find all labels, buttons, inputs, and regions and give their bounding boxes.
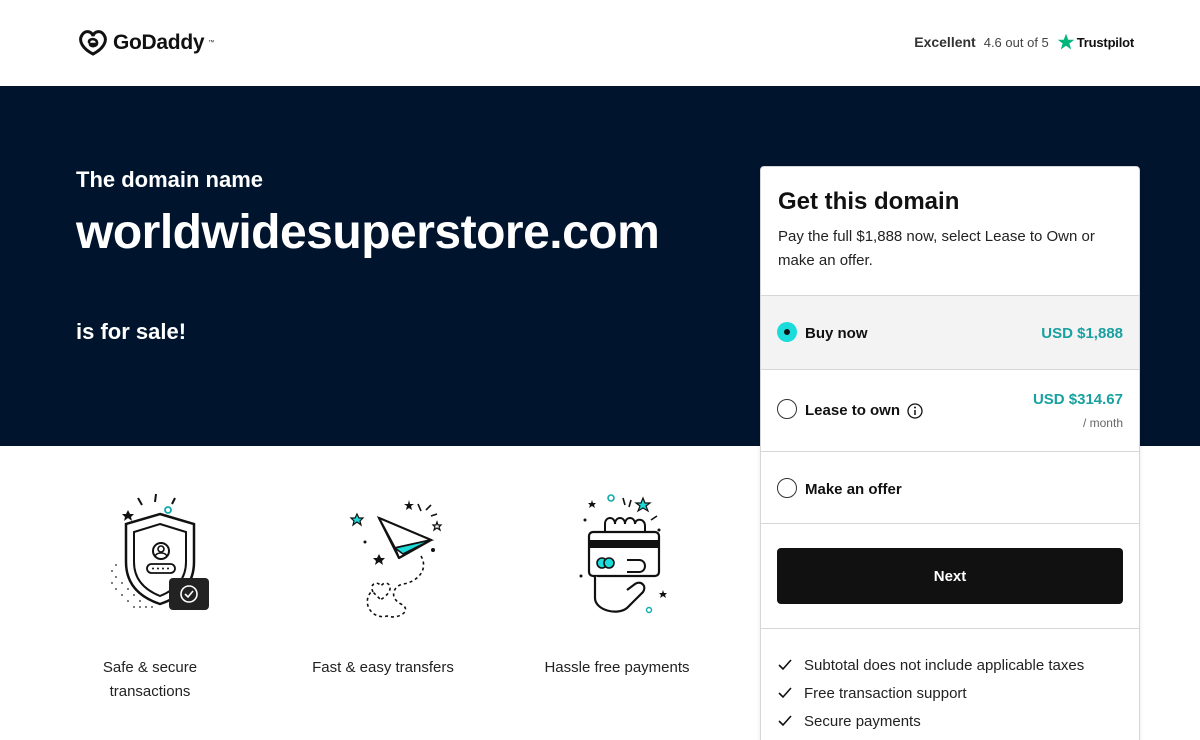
feature-label: Fast & easy transfers	[312, 659, 454, 676]
checkmark-icon	[778, 659, 792, 671]
option-label-wrap: Lease to own	[805, 402, 923, 419]
trust-excellent-label: Excellent	[914, 34, 976, 50]
radio-lease-to-own[interactable]	[777, 399, 797, 419]
lease-price-unit: / month	[1082, 416, 1123, 430]
benefit-text: Free transaction support	[804, 684, 967, 702]
option-label: Buy now	[805, 325, 868, 342]
site-header: GoDaddy ™ Excellent 4.6 out of 5 Trustpil…	[0, 0, 1200, 86]
next-section: Next	[761, 523, 1139, 629]
lease-price: USD $314.67	[1032, 391, 1123, 408]
trust-rating-text: 4.6 out of 5	[983, 34, 1049, 50]
option-label: Make an offer	[805, 481, 902, 498]
paper-plane-icon	[349, 500, 443, 618]
option-make-offer[interactable]: Make an offer	[761, 451, 1139, 523]
benefit-text: Secure payments	[804, 712, 921, 730]
godaddy-logo-icon	[79, 30, 107, 56]
features-section: Safe & secure transactions Fast & easy t…	[70, 480, 740, 720]
hero-pre-text: The domain name	[76, 167, 264, 192]
buy-now-price: USD $1,888	[1041, 325, 1123, 342]
trustpilot-label: Trustpilot	[1076, 34, 1134, 50]
feature-label: Safe & secure transactions	[102, 659, 198, 700]
radio-make-offer[interactable]	[777, 478, 797, 498]
radio-buy-now[interactable]	[777, 322, 797, 342]
hero-post-text: is for sale!	[76, 319, 187, 344]
list-item: Secure payments	[777, 707, 1139, 735]
trustpilot-rating[interactable]: Excellent 4.6 out of 5 Trustpilot	[914, 33, 1134, 51]
next-button[interactable]: Next	[777, 548, 1123, 604]
option-label: Lease to own	[805, 402, 901, 419]
trademark-symbol: ™	[208, 40, 215, 46]
option-buy-now[interactable]: Buy now USD $1,888	[761, 295, 1139, 369]
feature-payments: Hassle free payments	[537, 480, 697, 680]
list-item: Free transaction support	[777, 679, 1139, 707]
godaddy-logo[interactable]: GoDaddy ™	[77, 29, 214, 57]
feature-transfers: Fast & easy transfers	[303, 480, 463, 680]
checkmark-icon	[778, 715, 792, 727]
card-subtitle: Pay the full $1,888 now, select Lease to…	[778, 228, 1095, 269]
checkmark-icon	[778, 687, 792, 699]
benefit-text: Subtotal does not include applicable tax…	[804, 656, 1085, 674]
trustpilot-star-icon	[1057, 33, 1075, 50]
list-item: Subtotal does not include applicable tax…	[777, 651, 1139, 679]
option-lease-to-own[interactable]: Lease to own USD $314.67 / month	[761, 369, 1139, 451]
logo-text: GoDaddy	[113, 31, 205, 54]
feature-secure: Safe & secure transactions	[70, 480, 230, 704]
benefits-list: Subtotal does not include applicable tax…	[761, 628, 1139, 735]
shield-icon	[111, 493, 209, 610]
trustpilot-brand: Trustpilot	[1057, 33, 1134, 51]
card-title: Get this domain	[778, 188, 960, 215]
info-icon[interactable]	[907, 402, 923, 419]
get-domain-card: Get this domain Pay the full $1,888 now,…	[760, 166, 1140, 740]
domain-name-heading: worldwidesuperstore.com	[76, 206, 660, 259]
payment-card-hand-icon	[579, 494, 667, 614]
feature-label: Hassle free payments	[544, 659, 690, 676]
